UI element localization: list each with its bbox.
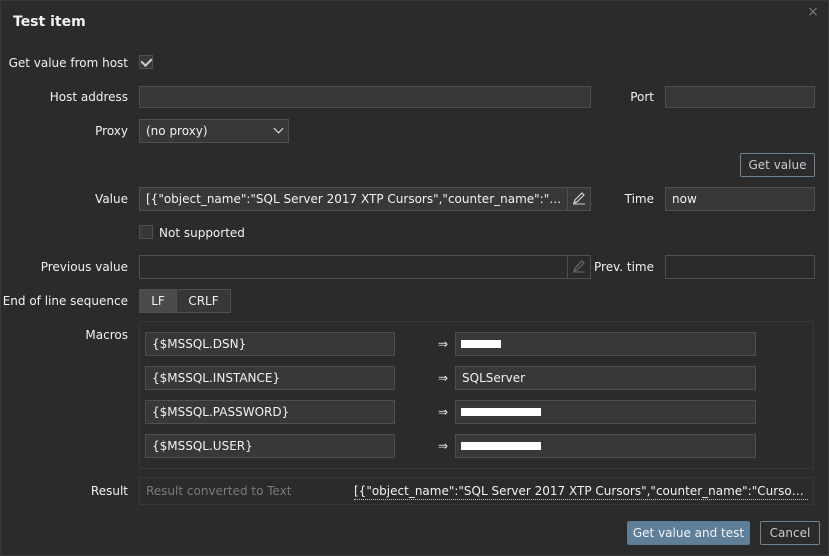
value-text: [{"object_name":"SQL Server 2017 XTP Cur… bbox=[146, 192, 591, 206]
result-hint: Result converted to Text bbox=[146, 484, 292, 498]
check-icon bbox=[140, 54, 153, 68]
proxy-selected-value: (no proxy) bbox=[146, 124, 208, 138]
arrow-icon: ⇒ bbox=[438, 439, 449, 453]
chevron-down-icon bbox=[273, 123, 284, 134]
prev-time-label: Prev. time bbox=[594, 260, 654, 274]
arrow-icon: ⇒ bbox=[438, 405, 449, 419]
previous-value-input bbox=[139, 255, 591, 279]
result-label: Result bbox=[90, 484, 128, 498]
host-address-label: Host address bbox=[49, 90, 128, 104]
eol-lf-option[interactable]: LF bbox=[139, 289, 177, 313]
redaction-mark bbox=[461, 442, 541, 450]
macro-name-instance[interactable]: {$MSSQL.INSTANCE} bbox=[145, 366, 395, 390]
get-value-and-test-button[interactable]: Get value and test bbox=[627, 521, 750, 545]
get-value-button[interactable]: Get value bbox=[740, 153, 815, 177]
result-box: Result converted to Text [{"object_name"… bbox=[139, 477, 814, 505]
edit-value-button[interactable] bbox=[567, 188, 590, 210]
prev-time-input[interactable] bbox=[665, 255, 815, 279]
value-label: Value bbox=[95, 192, 128, 206]
macro-value-password[interactable] bbox=[455, 400, 756, 424]
redaction-mark bbox=[461, 408, 541, 416]
edit-previous-value-button[interactable] bbox=[567, 256, 590, 278]
pencil-icon bbox=[573, 192, 585, 205]
host-address-input[interactable] bbox=[139, 86, 591, 108]
macro-value-dsn[interactable] bbox=[455, 332, 756, 356]
redaction-mark bbox=[461, 340, 501, 348]
test-item-dialog: Test item × Get value from host Host add… bbox=[0, 0, 829, 556]
macros-label: Macros bbox=[85, 328, 128, 342]
eol-label: End of line sequence bbox=[2, 294, 128, 308]
previous-value-label: Previous value bbox=[40, 260, 128, 274]
arrow-icon: ⇒ bbox=[438, 337, 449, 351]
port-label: Port bbox=[630, 90, 654, 104]
dialog-title: Test item bbox=[13, 14, 86, 30]
macro-value-user[interactable] bbox=[455, 434, 756, 458]
get-value-from-host-label: Get value from host bbox=[8, 56, 128, 70]
time-input[interactable]: now bbox=[665, 187, 815, 211]
macro-value-instance[interactable]: SQLServer bbox=[455, 366, 756, 390]
value-input[interactable]: [{"object_name":"SQL Server 2017 XTP Cur… bbox=[139, 187, 591, 211]
time-label: Time bbox=[624, 192, 654, 206]
arrow-icon: ⇒ bbox=[438, 371, 449, 385]
macro-name-dsn[interactable]: {$MSSQL.DSN} bbox=[145, 332, 395, 356]
close-icon[interactable]: × bbox=[806, 5, 820, 19]
pencil-icon bbox=[573, 260, 585, 273]
not-supported-label: Not supported bbox=[159, 226, 245, 240]
macro-name-user[interactable]: {$MSSQL.USER} bbox=[145, 434, 395, 458]
eol-crlf-option[interactable]: CRLF bbox=[176, 289, 231, 313]
result-value[interactable]: [{"object_name":"SQL Server 2017 XTP Cur… bbox=[354, 483, 808, 500]
proxy-select[interactable]: (no proxy) bbox=[139, 119, 289, 143]
macro-name-password[interactable]: {$MSSQL.PASSWORD} bbox=[145, 400, 395, 424]
get-value-from-host-checkbox[interactable] bbox=[139, 54, 153, 69]
port-input[interactable] bbox=[665, 86, 815, 108]
proxy-label: Proxy bbox=[95, 124, 128, 138]
not-supported-checkbox[interactable] bbox=[139, 225, 153, 239]
cancel-button[interactable]: Cancel bbox=[760, 521, 820, 545]
